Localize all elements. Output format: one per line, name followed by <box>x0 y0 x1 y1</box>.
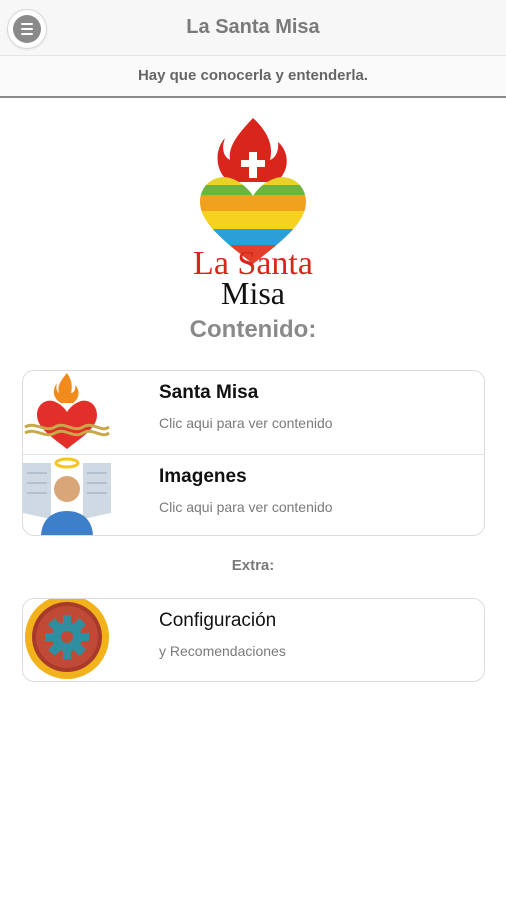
list-item-santa-misa[interactable]: Santa Misa Clic aqui para ver contenido <box>23 371 484 453</box>
sacred-heart-icon <box>23 371 111 453</box>
logo-text-line2: Misa <box>221 275 285 311</box>
list-item-configuracion[interactable]: Configuración y Recomendaciones <box>23 599 484 681</box>
extra-heading: Extra: <box>231 557 275 574</box>
list-item-description: y Recomendaciones <box>159 643 286 659</box>
sacred-heart-logo: La Santa Misa <box>178 116 328 312</box>
contenido-heading: Contenido: <box>189 316 317 343</box>
list-item-description: Clic aqui para ver contenido <box>159 499 333 515</box>
page-title: La Santa Misa <box>186 16 320 38</box>
app-header: La Santa Misa <box>0 0 506 56</box>
extra-list: Configuración y Recomendaciones <box>22 598 485 682</box>
list-item-label: Imagenes <box>159 466 247 487</box>
list-item-label: Configuración <box>159 610 277 631</box>
gear-icon <box>23 599 111 681</box>
list-item-description: Clic aqui para ver contenido <box>159 415 333 431</box>
angel-icon <box>23 455 111 535</box>
list-item-imagenes[interactable]: Imagenes Clic aqui para ver contenido <box>23 454 484 535</box>
subtitle-banner: Hay que conocerla y entenderla. <box>0 56 506 98</box>
content-list: Santa Misa Clic aqui para ver contenido … <box>22 370 485 536</box>
list-item-label: Santa Misa <box>159 382 259 403</box>
